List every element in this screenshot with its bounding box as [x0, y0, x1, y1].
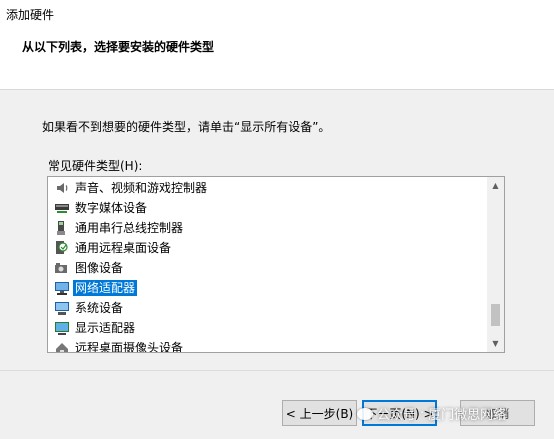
list-item[interactable]: 远程桌面摄像头设备 [48, 338, 487, 352]
network-adapter-icon [54, 280, 70, 296]
list-item[interactable]: 图像设备 [48, 258, 487, 278]
system-device-icon [54, 300, 70, 316]
remote-desktop-icon [54, 240, 70, 256]
wechat-logo-icon [357, 407, 373, 420]
list-item[interactable]: 通用远程桌面设备 [48, 238, 487, 258]
media-device-icon [54, 200, 70, 216]
camera-icon [54, 260, 70, 276]
list-item[interactable]: 系统设备 [48, 298, 487, 318]
hardware-type-list[interactable]: 声音、视频和游戏控制器 数字媒体设备 通用串行总线控制器 通用远程桌面设备 图像… [47, 176, 505, 353]
scroll-down-arrow-icon[interactable]: ▼ [487, 335, 504, 352]
watermark-source: 公众号 [377, 408, 417, 423]
watermark: 公众号 · 厦门微思网络 [357, 404, 506, 423]
display-adapter-icon [54, 320, 70, 336]
instruction-text: 如果看不到想要的硬件类型，请单击“显示所有设备”。 [42, 120, 331, 134]
usb-icon [54, 220, 70, 236]
hardware-type-label: 常见硬件类型(H): [48, 159, 143, 173]
page-heading: 从以下列表，选择要安装的硬件类型 [22, 40, 215, 54]
remote-camera-icon [54, 340, 70, 352]
list-item-selected[interactable]: 网络适配器 [48, 278, 487, 298]
back-button[interactable]: < 上一步(B) [282, 400, 357, 426]
scroll-thumb[interactable] [491, 304, 500, 326]
footer-divider [0, 370, 554, 371]
list-item[interactable]: 显示适配器 [48, 318, 487, 338]
watermark-name: 厦门微思网络 [428, 408, 507, 423]
list-item[interactable]: 声音、视频和游戏控制器 [48, 178, 487, 198]
list-item[interactable]: 数字媒体设备 [48, 198, 487, 218]
list-scrollbar[interactable]: ▲ ▼ [487, 177, 504, 352]
watermark-separator: · [420, 406, 425, 421]
wizard-header: 添加硬件 从以下列表，选择要安装的硬件类型 [0, 0, 554, 90]
list-item[interactable]: 通用串行总线控制器 [48, 218, 487, 238]
window-title: 添加硬件 [6, 8, 55, 22]
scroll-up-arrow-icon[interactable]: ▲ [487, 177, 504, 194]
speaker-icon [54, 180, 70, 196]
